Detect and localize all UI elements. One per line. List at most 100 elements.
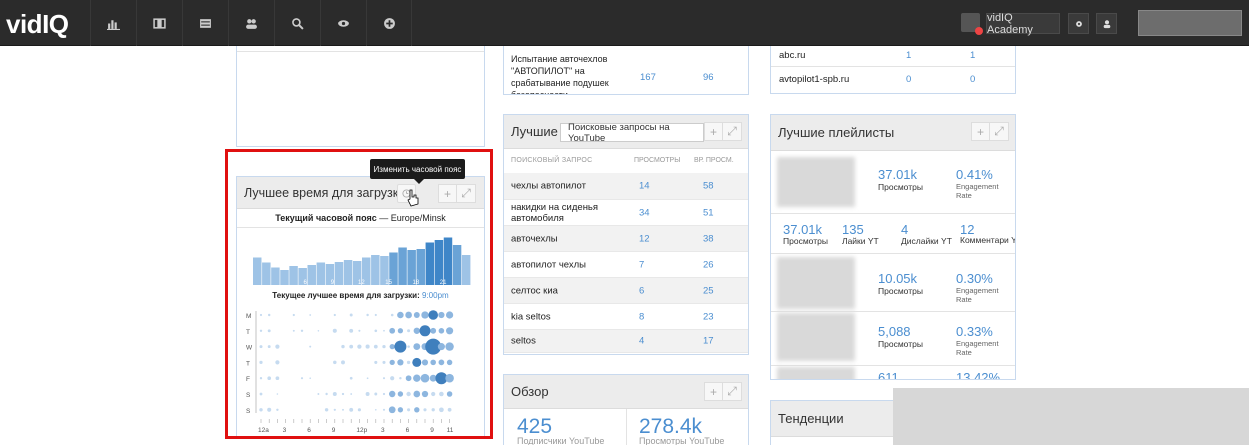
playlist-thumbnail[interactable] — [777, 157, 855, 207]
video-overlay — [893, 388, 1249, 445]
playlist-engagement-label: Engagement Rate — [956, 339, 999, 357]
subscribers-label: Подписчики YouTube — [517, 436, 605, 445]
views-label: Просмотры YouTube — [639, 436, 725, 445]
query-text[interactable]: селтос киа — [511, 285, 611, 296]
col-header-watch: ВР. ПРОСМ. — [694, 157, 734, 164]
trends-title: Тенденции — [778, 411, 844, 426]
best-queries-title: Лучшие — [511, 124, 558, 139]
stat-label: Дислайки YT — [901, 236, 952, 246]
playlist-views: 5,088 — [878, 324, 911, 339]
stat-value: 4 — [901, 222, 909, 237]
list-icon[interactable] — [182, 0, 228, 46]
stat-value: 135 — [842, 222, 864, 237]
playlist-views: 611 — [878, 370, 899, 380]
query-views: 34 — [639, 207, 650, 218]
query-views: 12 — [639, 233, 650, 244]
site-value: 0 — [906, 74, 912, 85]
video-watch-time: 96 — [703, 72, 714, 83]
gear-icon[interactable] — [1068, 13, 1089, 34]
query-watch: 58 — [703, 180, 714, 192]
chart-icon[interactable] — [90, 0, 136, 46]
stat-value: 37.01k — [783, 222, 823, 237]
query-watch: 25 — [703, 285, 714, 296]
query-text[interactable]: накидки на сиденья автомобиля — [511, 202, 611, 224]
site-value: 1 — [906, 50, 912, 61]
query-watch: 17 — [703, 335, 714, 347]
playlist-engagement-label: Engagement Rate — [956, 182, 999, 200]
query-text[interactable]: автопилот чехлы — [511, 259, 611, 270]
stat-label: Комментари YT — [960, 236, 1016, 245]
add-icon[interactable]: + — [704, 382, 723, 401]
playlist-thumbnail[interactable] — [777, 313, 855, 361]
sites-panel: abc.ru 1 1 avtopilot1-spb.ru 0 0 — [770, 46, 1016, 94]
video-views: 167 — [640, 72, 656, 83]
query-watch: 26 — [703, 259, 714, 270]
playlist-engagement: 0.41% — [956, 167, 993, 182]
user-icon[interactable] — [1096, 13, 1117, 34]
playlists-panel: Лучшие плейлисты + ⤢ 37.01k Просмотры 0.… — [770, 114, 1016, 380]
playlist-views-label: Просмотры — [878, 286, 923, 296]
site-value: 0 — [970, 74, 976, 85]
users-icon[interactable] — [228, 0, 274, 46]
query-watch: 23 — [703, 311, 714, 322]
video-title[interactable]: Испытание авточехлов "АВТОПИЛОТ" на сраб… — [511, 53, 616, 94]
left-top-panel — [236, 46, 485, 147]
playlist-views: 37.01k — [878, 167, 918, 182]
videos-panel: Испытание авточехлов "АВТОПИЛОТ" на сраб… — [503, 46, 749, 95]
playlist-views-label: Просмотры — [878, 182, 923, 192]
playlist-engagement: 0.33% — [956, 324, 993, 339]
playlist-thumbnail[interactable] — [777, 257, 855, 309]
plus-circle-icon[interactable] — [366, 0, 412, 46]
query-views: 4 — [639, 335, 645, 347]
site-name: avtopilot1-spb.ru — [779, 74, 850, 85]
expand-icon[interactable]: ⤢ — [723, 122, 742, 141]
stat-value: 12 — [960, 222, 975, 237]
query-text[interactable]: чехлы автопилот — [511, 181, 611, 192]
playlist-views-label: Просмотры — [878, 339, 923, 349]
query-row[interactable]: накидки на сиденья автомобиля 34 51 — [504, 200, 748, 226]
notification-icon[interactable] — [961, 13, 983, 35]
query-row[interactable]: kia seltos 8 23 — [504, 304, 748, 330]
query-text[interactable]: seltos — [511, 336, 611, 347]
eye-icon[interactable] — [320, 0, 366, 46]
query-views: 7 — [639, 259, 645, 270]
playlist-views: 10.05k — [878, 271, 918, 286]
query-type-select[interactable]: Поисковые запросы на YouTube — [560, 122, 704, 144]
query-text[interactable]: kia seltos — [511, 311, 611, 322]
query-row[interactable]: автопилот чехлы 7 26 — [504, 252, 748, 278]
add-icon[interactable]: + — [971, 122, 990, 141]
search-icon[interactable] — [274, 0, 320, 46]
query-watch: 51 — [703, 207, 714, 218]
site-value: 1 — [970, 50, 976, 61]
account-switcher[interactable] — [1138, 10, 1242, 36]
best-queries-panel: Лучшие Поисковые запросы на YouTube + ⤢ … — [503, 114, 749, 355]
notification-dot — [975, 27, 983, 35]
overview-panel: Обзор + ⤢ 425 Подписчики YouTube 278.4k … — [503, 374, 749, 445]
query-row[interactable]: селтос киа 6 25 — [504, 278, 748, 304]
academy-button[interactable]: vidIQ Academy — [986, 12, 1060, 36]
stat-label: Лайки YT — [842, 236, 879, 246]
query-views: 8 — [639, 311, 645, 322]
vidiq-logo[interactable]: vidIQ — [6, 9, 69, 40]
expand-icon[interactable]: ⤢ — [723, 382, 742, 401]
query-row[interactable]: seltos 4 17 — [504, 330, 748, 353]
playlist-thumbnail[interactable] — [777, 367, 855, 379]
col-header-query: ПОИСКОВЫЙ ЗАПРОС — [511, 157, 593, 164]
stat-label: Просмотры — [783, 236, 828, 246]
playlist-engagement-label: Engagement Rate — [956, 286, 999, 304]
playlist-engagement: 0.30% — [956, 271, 993, 286]
query-row[interactable]: авточехлы 12 38 — [504, 226, 748, 252]
playlist-engagement: 13.42% — [956, 370, 1001, 380]
highlight-box — [225, 149, 493, 439]
query-watch: 38 — [703, 233, 714, 244]
query-row[interactable]: чехлы автопилот 14 58 — [504, 173, 748, 200]
query-views: 6 — [639, 285, 645, 296]
query-text[interactable]: авточехлы — [511, 233, 611, 244]
playlists-title: Лучшие плейлисты — [778, 125, 895, 140]
film-icon[interactable] — [136, 0, 182, 46]
expand-icon[interactable]: ⤢ — [990, 122, 1009, 141]
add-icon[interactable]: + — [704, 122, 723, 141]
query-views: 14 — [639, 180, 650, 192]
top-nav: vidIQ vidIQ Academy — [0, 0, 1249, 46]
site-name: abc.ru — [779, 50, 806, 61]
